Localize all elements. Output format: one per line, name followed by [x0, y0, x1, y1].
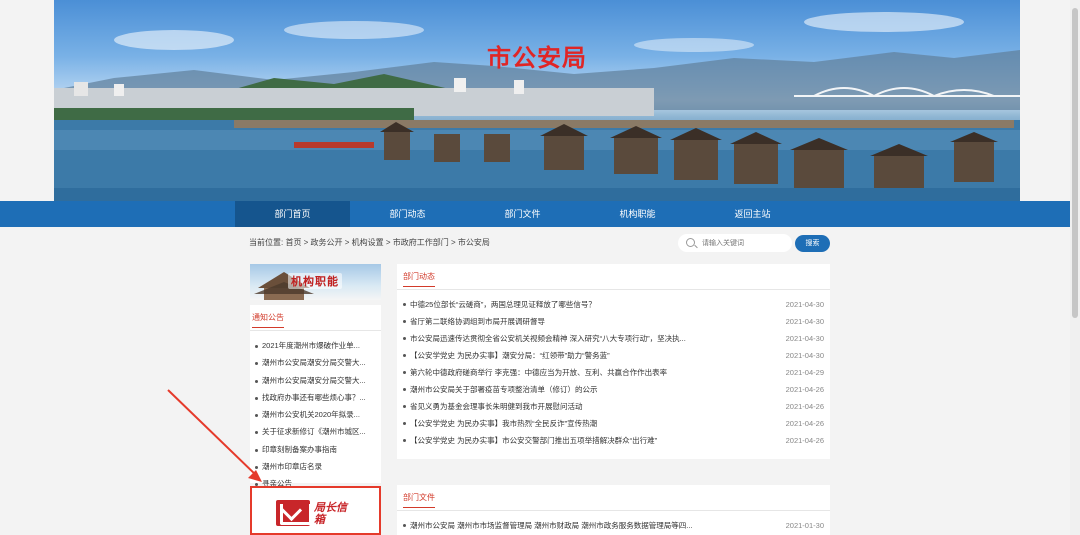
- dept-news-panel: 部门动态 中德25位部长“云磋商”，两国总理见证释放了哪些信号？ 2021-04-…: [397, 264, 830, 459]
- news-date: 2021-04-26: [785, 402, 824, 411]
- divider: [250, 330, 381, 331]
- search-box: [678, 234, 792, 252]
- news-date: 2021-04-29: [785, 368, 824, 377]
- search-button[interactable]: 搜索: [795, 235, 830, 252]
- news-date: 2021-04-30: [785, 334, 824, 343]
- list-item[interactable]: 潮州市印章店名录: [254, 458, 378, 475]
- scrollbar-thumb[interactable]: [1072, 8, 1078, 318]
- dept-files-panel: 部门文件 潮州市公安局 潮州市市场监督管理局 潮州市财政局 潮州市政务服务数据管…: [397, 485, 830, 535]
- list-item[interactable]: 【公安学党史 为民办实事】市公安交警部门推出五项举措解决群众“出行难” 2021-…: [401, 432, 826, 449]
- main-nav: 部门首页 部门动态 部门文件 机构职能 返回主站: [0, 201, 1070, 227]
- news-date: 2021-04-30: [785, 351, 824, 360]
- header-banner: 市公安局: [54, 0, 1020, 201]
- dept-files-heading[interactable]: 部门文件: [403, 492, 435, 508]
- list-item[interactable]: 【公安学党史 为民办实事】我市热烈“全民反诈”宣传热潮 2021-04-26: [401, 415, 826, 432]
- nav-item-functions[interactable]: 机构职能: [580, 201, 695, 227]
- list-item[interactable]: 【公安学党史 为民办实事】潮安分局：“红领带”助力“警务蓝” 2021-04-30: [401, 347, 826, 364]
- nav-item-home[interactable]: 部门首页: [235, 201, 350, 227]
- functions-banner-label: 机构职能: [288, 273, 342, 289]
- notice-panel: 通知公告 2021年度潮州市爆破作业单... 潮州市公安局潮安分局交警大... …: [250, 305, 381, 488]
- file-date: 2021-01-30: [785, 521, 824, 530]
- news-date: 2021-04-30: [785, 317, 824, 326]
- divider: [397, 510, 830, 511]
- news-date: 2021-04-26: [785, 385, 824, 394]
- list-item[interactable]: 找政府办事还有哪些烦心事？...: [254, 389, 378, 406]
- functions-banner[interactable]: 机构职能: [250, 264, 381, 300]
- news-title[interactable]: 第六轮中德政府磋商举行 李克强：中德应当为开放、互利、共赢合作作出表率: [410, 364, 740, 381]
- list-item[interactable]: 潮州市公安局关于部署疫苗专项整治清单（修订）的公示 2021-04-26: [401, 381, 826, 398]
- search-icon: [686, 238, 695, 247]
- divider: [397, 289, 830, 290]
- list-item[interactable]: 省见义勇为基金会理事长朱明健到我市开展慰问活动 2021-04-26: [401, 398, 826, 415]
- news-title[interactable]: 省见义勇为基金会理事长朱明健到我市开展慰问活动: [410, 398, 740, 415]
- dept-files-list: 潮州市公安局 潮州市市场监督管理局 潮州市财政局 潮州市政务服务数据管理局等四.…: [401, 517, 826, 534]
- director-mailbox-button[interactable]: 局长信箱: [250, 486, 381, 535]
- list-item[interactable]: 第六轮中德政府磋商举行 李克强：中德应当为开放、互利、共赢合作作出表率 2021-…: [401, 364, 826, 381]
- news-title[interactable]: 省厅第二联络协调组到市局开展调研督导: [410, 313, 740, 330]
- list-item[interactable]: 潮州市公安局潮安分局交警大...: [254, 372, 378, 389]
- dept-news-heading[interactable]: 部门动态: [403, 271, 435, 287]
- news-title[interactable]: 【公安学党史 为民办实事】潮安分局：“红领带”助力“警务蓝”: [410, 347, 740, 364]
- notice-list: 2021年度潮州市爆破作业单... 潮州市公安局潮安分局交警大... 潮州市公安…: [254, 337, 378, 493]
- news-date: 2021-04-30: [785, 300, 824, 309]
- list-item[interactable]: 潮州市公安局潮安分局交警大...: [254, 354, 378, 371]
- dept-news-list: 中德25位部长“云磋商”，两国总理见证释放了哪些信号？ 2021-04-30 省厅…: [401, 296, 826, 449]
- nav-item-back-to-main[interactable]: 返回主站: [695, 201, 810, 227]
- news-title[interactable]: 【公安学党史 为民办实事】我市热烈“全民反诈”宣传热潮: [410, 415, 740, 432]
- nav-item-news[interactable]: 部门动态: [350, 201, 465, 227]
- news-title[interactable]: 中德25位部长“云磋商”，两国总理见证释放了哪些信号？: [410, 296, 740, 313]
- list-item[interactable]: 潮州市公安机关2020年拟录...: [254, 406, 378, 423]
- list-item[interactable]: 2021年度潮州市爆破作业单...: [254, 337, 378, 354]
- news-title[interactable]: 【公安学党史 为民办实事】市公安交警部门推出五项举措解决群众“出行难”: [410, 432, 740, 449]
- list-item[interactable]: 印章刻制备案办事指南: [254, 441, 378, 458]
- news-title[interactable]: 潮州市公安局关于部署疫苗专项整治清单（修订）的公示: [410, 381, 740, 398]
- mailbox-label: 局长信箱: [314, 502, 347, 526]
- envelope-icon: [276, 500, 312, 526]
- nav-item-files[interactable]: 部门文件: [465, 201, 580, 227]
- news-title[interactable]: 市公安局迅速传达贯彻全省公安机关视频会精神 深入研究“八大专项行动”，坚决执..…: [410, 330, 740, 347]
- list-item[interactable]: 省厅第二联络协调组到市局开展调研督导 2021-04-30: [401, 313, 826, 330]
- page-scrollbar[interactable]: [1070, 0, 1080, 535]
- banner-title: 市公安局: [487, 45, 587, 72]
- search-input[interactable]: [702, 237, 786, 249]
- list-item[interactable]: 潮州市公安局 潮州市市场监督管理局 潮州市财政局 潮州市政务服务数据管理局等四.…: [401, 517, 826, 534]
- file-title[interactable]: 潮州市公安局 潮州市市场监督管理局 潮州市财政局 潮州市政务服务数据管理局等四.…: [410, 517, 740, 534]
- list-item[interactable]: 市公安局迅速传达贯彻全省公安机关视频会精神 深入研究“八大专项行动”，坚决执..…: [401, 330, 826, 347]
- list-item[interactable]: 中德25位部长“云磋商”，两国总理见证释放了哪些信号？ 2021-04-30: [401, 296, 826, 313]
- news-date: 2021-04-26: [785, 436, 824, 445]
- page: 市公安局 部门首页 部门动态 部门文件 机构职能 返回主站 当前位置: 首页 >…: [0, 0, 1080, 535]
- breadcrumb: 当前位置: 首页 > 政务公开 > 机构设置 > 市政府工作部门 > 市公安局: [249, 238, 490, 247]
- list-item[interactable]: 关于征求新修订《潮州市城区...: [254, 423, 378, 440]
- news-date: 2021-04-26: [785, 419, 824, 428]
- bridge-landscape-image: [54, 12, 1020, 201]
- notice-heading[interactable]: 通知公告: [252, 312, 284, 328]
